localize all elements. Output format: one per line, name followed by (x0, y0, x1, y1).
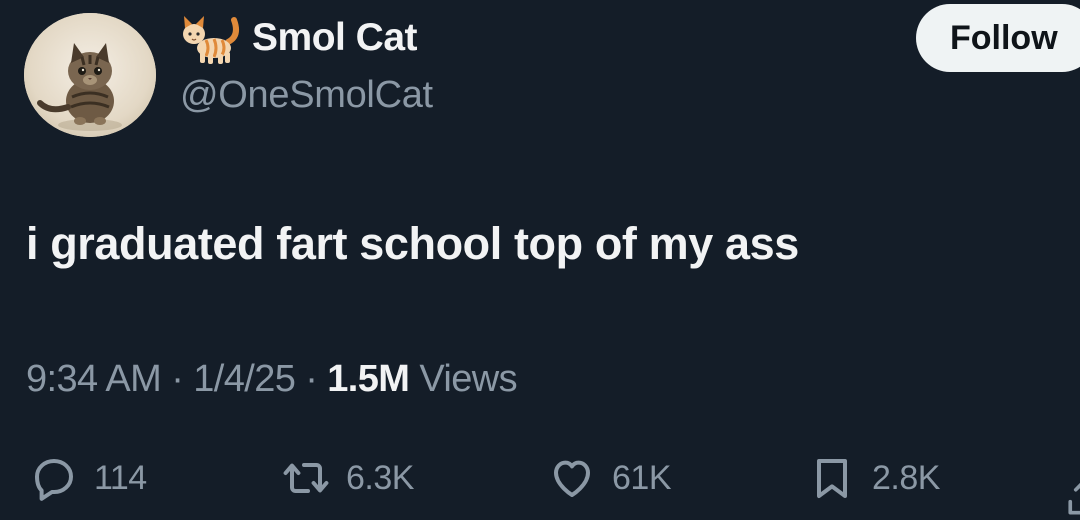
avatar[interactable] (24, 13, 156, 137)
bookmark-icon (817, 459, 847, 498)
display-name-row: Smol Cat (180, 10, 418, 66)
share-button[interactable] (1062, 476, 1080, 520)
tweet-text: i graduated fart school top of my ass (26, 218, 799, 269)
reply-button[interactable]: 114 (30, 454, 147, 502)
views-count: 1.5M (327, 358, 410, 400)
bookmark-count: 2.8K (872, 458, 940, 497)
like-button[interactable]: 61K (548, 454, 672, 502)
tweet-date[interactable]: 1/4/25 (193, 358, 296, 400)
kitten-avatar-image (24, 13, 156, 137)
meta-separator: · (295, 358, 328, 400)
share-icon (1068, 482, 1080, 515)
retweet-button[interactable]: 6.3K (282, 454, 414, 502)
tweet-time[interactable]: 9:34 AM (26, 358, 162, 400)
tweet-actions: 114 6.3K 61K 2.8K (0, 448, 1080, 520)
tweet-meta: 9:34 AM · 1/4/25 · 1.5M Views (26, 358, 518, 401)
tweet-card: Smol Cat @OneSmolCat Follow i graduated … (0, 0, 1080, 520)
like-count: 61K (612, 458, 672, 497)
display-name[interactable]: Smol Cat (252, 16, 418, 60)
heart-icon (554, 460, 590, 497)
retweet-icon (283, 463, 329, 493)
cat-emoji-icon (183, 16, 239, 64)
follow-button-label: Follow (950, 18, 1058, 57)
bookmark-button[interactable]: 2.8K (808, 454, 940, 502)
follow-button[interactable]: Follow (916, 4, 1080, 72)
reply-icon (35, 459, 73, 501)
meta-separator: · (161, 358, 194, 400)
retweet-count: 6.3K (346, 458, 414, 497)
reply-count: 114 (94, 458, 147, 497)
views-label: Views (409, 358, 517, 400)
user-handle[interactable]: @OneSmolCat (180, 74, 433, 117)
